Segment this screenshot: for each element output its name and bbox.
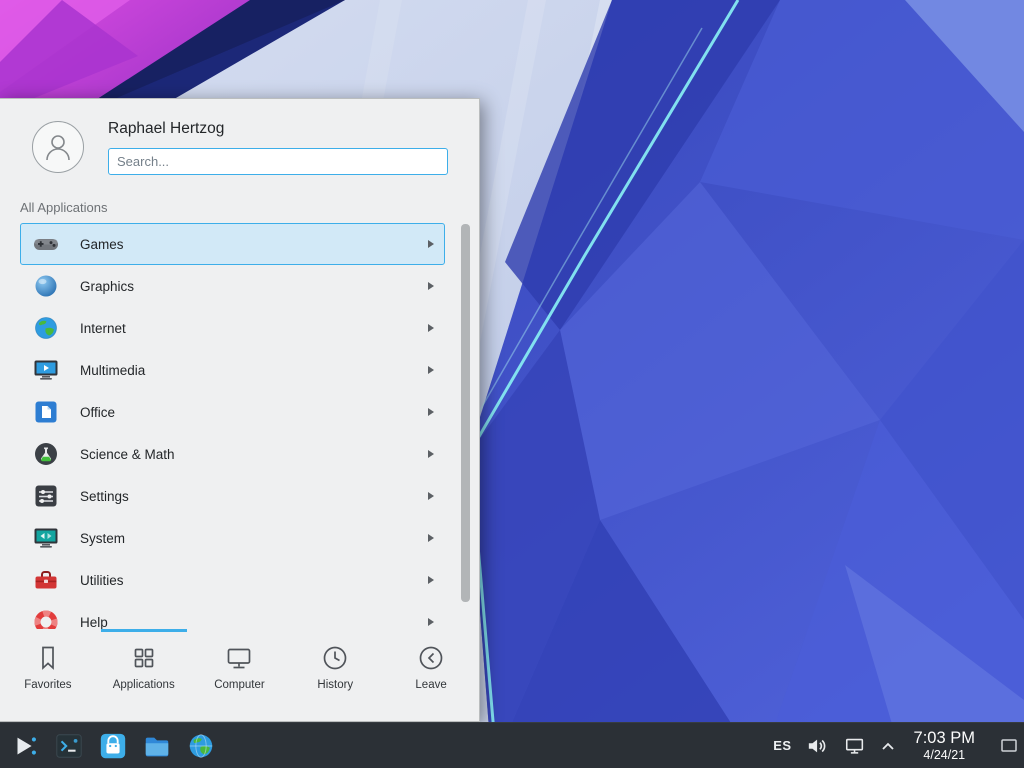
chevron-right-icon xyxy=(427,365,435,375)
terminal-icon xyxy=(54,731,84,761)
toolbox-icon xyxy=(32,566,60,594)
category-label: System xyxy=(80,531,427,546)
file-manager-button[interactable] xyxy=(138,726,176,766)
category-label: Help xyxy=(80,615,427,630)
chevron-right-icon xyxy=(427,239,435,249)
chevron-right-icon xyxy=(427,575,435,585)
system-tray: ES 7:03 PM 4/24/21 xyxy=(773,726,1022,766)
clock-icon xyxy=(320,643,350,673)
scrollbar-thumb[interactable] xyxy=(461,224,470,602)
digital-clock[interactable]: 7:03 PM 4/24/21 xyxy=(914,729,975,762)
volume-button[interactable] xyxy=(807,736,829,756)
application-launcher-menu: Raphael Hertzog All Applications Games xyxy=(0,98,480,722)
network-icon xyxy=(844,736,866,756)
computer-icon xyxy=(224,643,254,673)
kde-launcher-icon xyxy=(10,731,40,761)
launcher-header: Raphael Hertzog xyxy=(0,99,479,183)
category-label: Science & Math xyxy=(80,447,427,462)
system-monitor-icon xyxy=(32,524,60,552)
tab-applications[interactable]: Applications xyxy=(96,629,192,721)
graphics-icon xyxy=(32,272,60,300)
clock-date: 4/24/21 xyxy=(923,748,965,762)
gamepad-icon xyxy=(32,230,60,258)
tab-label: Applications xyxy=(113,679,175,691)
show-desktop-icon xyxy=(1000,738,1018,754)
network-button[interactable] xyxy=(844,736,866,756)
folder-icon xyxy=(142,731,172,761)
chevron-right-icon xyxy=(427,281,435,291)
chevron-right-icon xyxy=(427,533,435,543)
user-name: Raphael Hertzog xyxy=(108,120,224,138)
category-multimedia[interactable]: Multimedia xyxy=(20,349,445,391)
tab-computer[interactable]: Computer xyxy=(192,629,288,721)
category-utilities[interactable]: Utilities xyxy=(20,559,445,601)
category-internet[interactable]: Internet xyxy=(20,307,445,349)
user-avatar[interactable] xyxy=(32,121,84,173)
web-browser-button[interactable] xyxy=(182,726,220,766)
search-input[interactable] xyxy=(108,148,448,175)
browser-globe-icon xyxy=(186,731,216,761)
category-system[interactable]: System xyxy=(20,517,445,559)
leave-icon xyxy=(416,643,446,673)
category-label: Games xyxy=(80,237,427,252)
tab-history[interactable]: History xyxy=(287,629,383,721)
launcher-body: Raphael Hertzog All Applications Games xyxy=(0,99,479,629)
tab-label: Leave xyxy=(415,679,446,691)
chevron-right-icon xyxy=(427,449,435,459)
chevron-right-icon xyxy=(427,323,435,333)
category-label: Multimedia xyxy=(80,363,427,378)
help-lifering-icon xyxy=(32,608,60,629)
show-desktop-button[interactable] xyxy=(996,726,1022,766)
speaker-icon xyxy=(807,736,829,756)
category-office[interactable]: Office xyxy=(20,391,445,433)
office-icon xyxy=(32,398,60,426)
keyboard-layout-indicator[interactable]: ES xyxy=(773,738,791,753)
clock-time: 7:03 PM xyxy=(914,729,975,748)
tab-favorites[interactable]: Favorites xyxy=(0,629,96,721)
chevron-right-icon xyxy=(427,407,435,417)
category-label: Graphics xyxy=(80,279,427,294)
category-games[interactable]: Games xyxy=(20,223,445,265)
category-label: Internet xyxy=(80,321,427,336)
app-grid-icon xyxy=(129,643,159,673)
user-icon xyxy=(41,130,75,164)
category-help[interactable]: Help xyxy=(20,601,445,629)
multimedia-icon xyxy=(32,356,60,384)
category-graphics[interactable]: Graphics xyxy=(20,265,445,307)
globe-icon xyxy=(32,314,60,342)
tab-leave[interactable]: Leave xyxy=(383,629,479,721)
chevron-right-icon xyxy=(427,617,435,627)
tab-label: Favorites xyxy=(24,679,71,691)
settings-sliders-icon xyxy=(32,482,60,510)
tab-label: History xyxy=(317,679,353,691)
category-science-math[interactable]: Science & Math xyxy=(20,433,445,475)
terminal-taskbar-button[interactable] xyxy=(50,726,88,766)
category-label: Settings xyxy=(80,489,427,504)
category-list: Games Graphics xyxy=(20,223,445,629)
chevron-right-icon xyxy=(427,491,435,501)
chevron-up-icon xyxy=(881,741,895,751)
bookmark-icon xyxy=(33,643,63,673)
discover-bag-icon xyxy=(98,731,128,761)
tray-expander-button[interactable] xyxy=(881,741,895,751)
category-label: Office xyxy=(80,405,427,420)
tab-label: Computer xyxy=(214,679,265,691)
science-flask-icon xyxy=(32,440,60,468)
taskbar-panel: ES 7:03 PM 4/24/21 xyxy=(0,722,1024,768)
app-launcher-button[interactable] xyxy=(6,726,44,766)
category-settings[interactable]: Settings xyxy=(20,475,445,517)
software-center-button[interactable] xyxy=(94,726,132,766)
section-label: All Applications xyxy=(20,200,107,215)
category-label: Utilities xyxy=(80,573,427,588)
active-tab-indicator xyxy=(101,629,187,632)
launcher-tabbar: Favorites Applications Computer xyxy=(0,629,479,721)
